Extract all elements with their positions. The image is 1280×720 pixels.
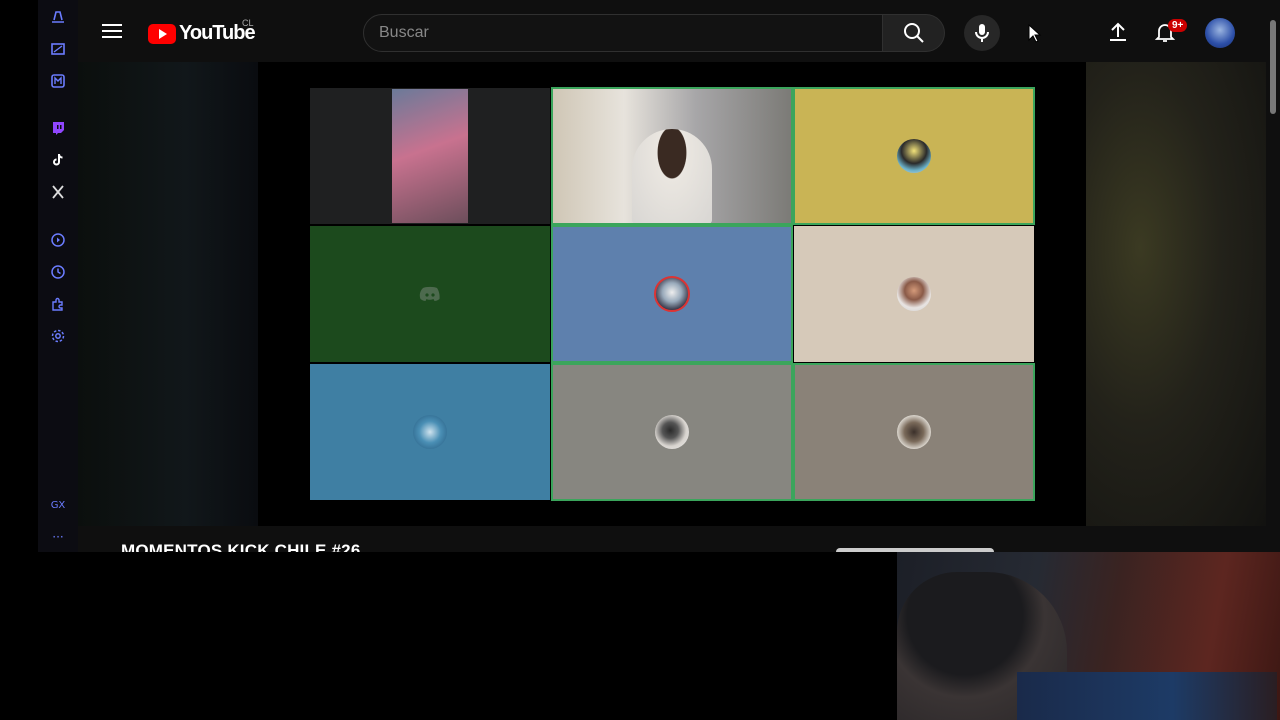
gx-corner-button[interactable]: GX: [42, 500, 74, 511]
tiktok-icon[interactable]: [47, 149, 69, 171]
participant-avatar: [654, 276, 690, 312]
ambient-glow-left: [78, 62, 258, 526]
participant-avatar: [897, 139, 931, 173]
mouse-cursor-icon: [1028, 23, 1042, 49]
youtube-logo[interactable]: YouTube: [148, 22, 256, 45]
streamer-facecam: [897, 552, 1280, 720]
messenger-icon[interactable]: [47, 70, 69, 92]
ambient-glow-right: [1086, 62, 1266, 526]
call-tile-discord: [310, 226, 550, 362]
settings-icon[interactable]: [47, 325, 69, 347]
youtube-play-icon: [148, 23, 176, 44]
search-icon: [903, 23, 924, 43]
call-tile-avatar: [310, 364, 550, 500]
search-input[interactable]: [364, 15, 882, 51]
participant-avatar: [897, 277, 931, 311]
video-title: MOMENTOS KICK CHILE #26: [121, 541, 361, 552]
scrollbar-thumb[interactable]: [1270, 20, 1276, 114]
gx-image-icon[interactable]: [47, 38, 69, 60]
browser-sidebar: GX ···: [38, 0, 78, 552]
more-options-icon[interactable]: ···: [42, 530, 74, 544]
masthead: YouTube CL 9+: [78, 0, 1266, 62]
video-player[interactable]: [78, 62, 1266, 526]
player-icon[interactable]: [47, 229, 69, 251]
call-tile-avatar: [794, 226, 1034, 362]
call-tile-avatar: [793, 87, 1035, 225]
voice-search-button[interactable]: [964, 15, 1000, 51]
call-tile-camera: [551, 87, 793, 225]
microphone-icon: [975, 24, 989, 42]
history-icon[interactable]: [47, 261, 69, 283]
search-box: [363, 14, 883, 52]
x-icon[interactable]: [47, 181, 69, 203]
screen: GX ··· YouTube CL Buscar 9+ MOMENTOS KIC…: [0, 0, 1280, 720]
gx-home-icon[interactable]: [47, 6, 69, 28]
participant-avatar: [655, 415, 689, 449]
search-button[interactable]: [883, 14, 945, 52]
upload-icon: [1110, 22, 1126, 41]
notification-badge: 9+: [1168, 19, 1188, 32]
extensions-icon[interactable]: [47, 293, 69, 315]
account-avatar[interactable]: [1205, 18, 1235, 48]
page-scrollbar[interactable]: [1266, 0, 1280, 552]
participant-avatar: [413, 415, 447, 449]
youtube-page: YouTube CL 9+: [78, 0, 1266, 552]
call-tile-avatar: [551, 225, 793, 363]
hamburger-menu-icon[interactable]: [100, 20, 124, 44]
person-shirt: [1017, 672, 1277, 720]
webcam-feed: [392, 89, 468, 223]
call-tile-camera: [310, 88, 550, 224]
country-code: CL: [242, 18, 254, 28]
twitch-icon[interactable]: [47, 117, 69, 139]
person-silhouette: [632, 128, 712, 224]
video-frame: [258, 62, 1086, 526]
participant-avatar: [897, 415, 931, 449]
discord-icon: [419, 286, 440, 301]
call-tile-avatar: [793, 363, 1035, 501]
call-tile-avatar: [551, 363, 793, 501]
upload-button[interactable]: [1106, 20, 1130, 44]
